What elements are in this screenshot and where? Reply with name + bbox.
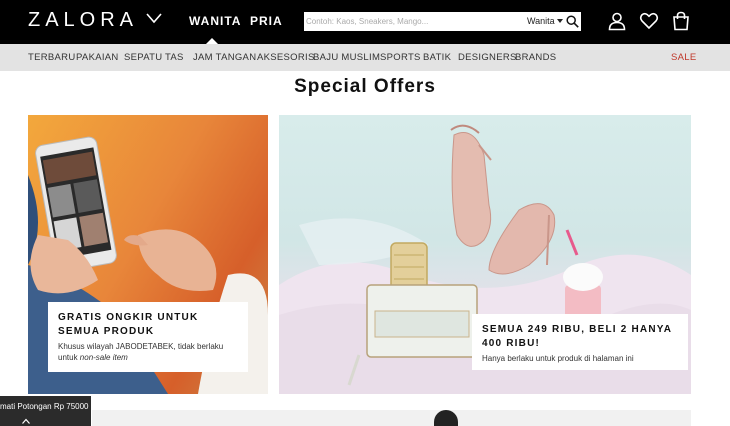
search-icon[interactable] bbox=[566, 15, 579, 28]
category-sports[interactable]: SPORTS bbox=[380, 52, 421, 63]
shopping-bag-icon[interactable] bbox=[671, 11, 691, 31]
search-input[interactable] bbox=[306, 13, 518, 30]
category-tas[interactable]: TAS bbox=[165, 52, 184, 63]
caret-down-icon[interactable] bbox=[557, 19, 563, 23]
heart-icon[interactable] bbox=[639, 11, 659, 31]
category-sepatu[interactable]: SEPATU bbox=[124, 52, 162, 63]
zalora-logo[interactable]: ZALORA bbox=[28, 9, 138, 32]
promo-ticker[interactable]: mati Potongan Rp 75000 bbox=[0, 396, 91, 426]
category-jam-tangan[interactable]: JAM TANGAN bbox=[193, 52, 256, 63]
category-aksesoris[interactable]: AKSESORIS bbox=[257, 52, 315, 63]
user-icon[interactable] bbox=[607, 11, 627, 31]
category-designers[interactable]: DESIGNERS bbox=[458, 52, 517, 63]
search-category-select[interactable]: Wanita bbox=[527, 16, 555, 26]
category-baju-muslim[interactable]: BAJU MUSLIM bbox=[313, 52, 380, 63]
category-nav: TERBARU PAKAIAN SEPATU TAS JAM TANGAN AK… bbox=[0, 44, 730, 71]
top-header: ZALORA WANITA PRIA Wanita bbox=[0, 0, 730, 44]
tab-pria[interactable]: PRIA bbox=[250, 14, 283, 28]
category-terbaru[interactable]: TERBARU bbox=[28, 52, 76, 63]
category-pakaian[interactable]: PAKAIAN bbox=[76, 52, 119, 63]
search-bar: Wanita bbox=[304, 12, 581, 31]
category-brands[interactable]: BRANDS bbox=[515, 52, 556, 63]
tab-wanita[interactable]: WANITA bbox=[189, 14, 241, 28]
chevron-up-icon[interactable] bbox=[22, 418, 30, 424]
promo-card-free-shipping[interactable]: GRATIS ONGKIR UNTUK SEMUA PRODUK Khusus … bbox=[48, 302, 248, 372]
promo-title: SEMUA 249 RIBU, BELI 2 HANYA 400 RIBU! bbox=[482, 324, 672, 349]
promo-description: Khusus wilayah JABODETABEK, tidak berlak… bbox=[58, 342, 224, 362]
page-title: Special Offers bbox=[294, 76, 436, 97]
chevron-down-icon[interactable] bbox=[146, 12, 162, 26]
ticker-text: mati Potongan Rp 75000 bbox=[0, 402, 89, 411]
promo-description: Hanya berlaku untuk produk di halaman in… bbox=[482, 354, 634, 363]
category-batik[interactable]: BATIK bbox=[423, 52, 451, 63]
next-banner-row bbox=[92, 410, 691, 426]
promo-title: GRATIS ONGKIR UNTUK SEMUA PRODUK bbox=[58, 312, 199, 337]
category-sale[interactable]: SALE bbox=[671, 52, 697, 63]
promo-card-bundle[interactable]: SEMUA 249 RIBU, BELI 2 HANYA 400 RIBU! H… bbox=[472, 314, 688, 370]
